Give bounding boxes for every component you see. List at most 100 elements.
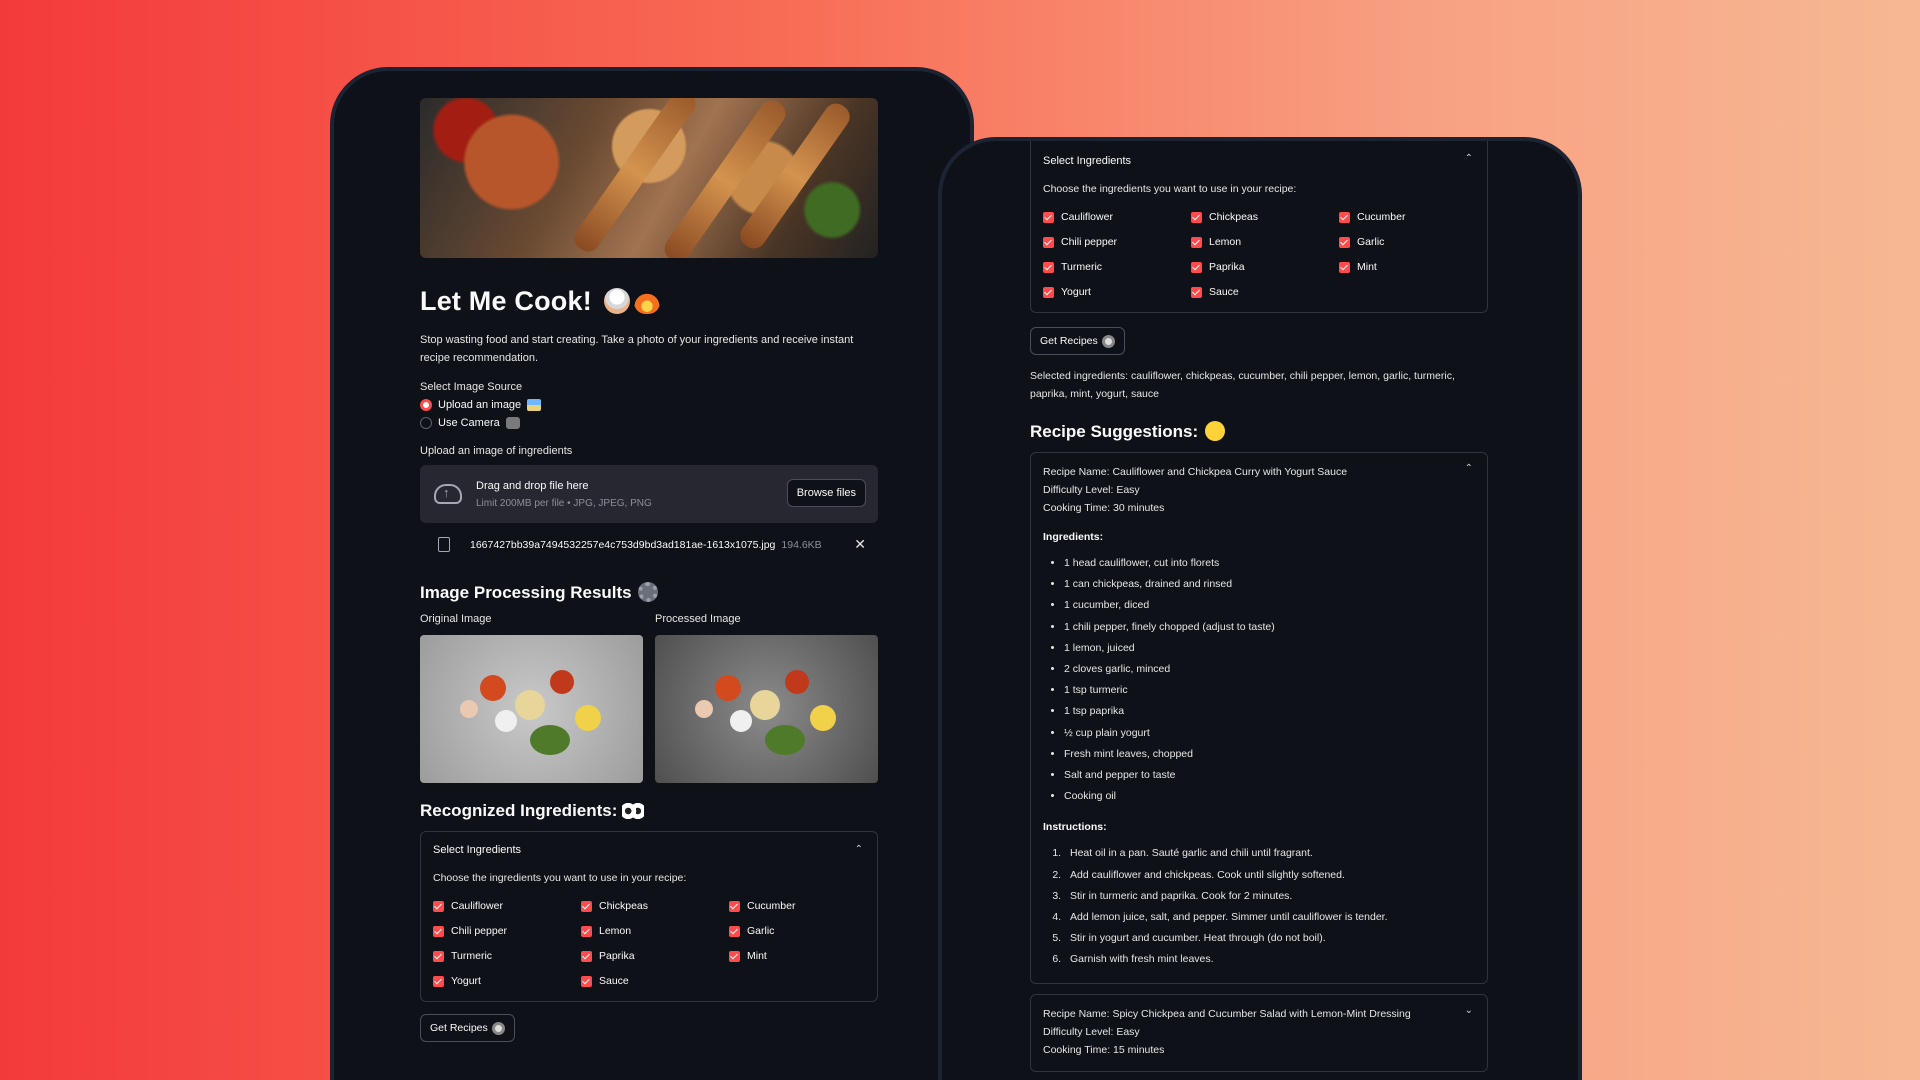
ingredient-checkbox[interactable]: Sauce [581,975,729,987]
ingredient-checkbox-grid: Cauliflower Chickpeas Cucumber Chili pep… [433,900,865,987]
page-title: Let Me Cook! [420,286,878,317]
ingredients-heading: Ingredients: [1043,531,1104,543]
checkbox-checked-icon [1339,236,1350,248]
file-icon [438,537,450,552]
list-item: Stir in yogurt and cucumber. Heat throug… [1064,928,1475,949]
radio-use-camera[interactable]: Use Camera [420,417,878,429]
ingredient-checkbox[interactable]: Chickpeas [581,900,729,912]
ingredient-checkbox[interactable]: Paprika [1191,261,1339,273]
list-item: 1 cucumber, diced [1064,595,1475,616]
recipe-name[interactable]: Recipe Name: Spicy Chickpea and Cucumber… [1043,1005,1475,1023]
chef-icon [603,288,630,314]
checkbox-checked-icon [433,925,444,937]
ingredient-checkbox[interactable]: Cucumber [729,900,877,912]
image-source-label: Select Image Source [420,381,523,393]
ingredient-checkbox[interactable]: Chili pepper [1043,236,1191,248]
browse-files-button[interactable]: Browse files [786,479,866,507]
plate-icon [1101,334,1115,348]
ingredient-checkbox[interactable]: Sauce [1191,286,1339,298]
ingredient-checkbox[interactable]: Chili pepper [433,925,581,937]
ingredient-checkbox[interactable]: Yogurt [1043,286,1191,298]
list-item: Stir in turmeric and paprika. Cook for 2… [1064,886,1475,907]
ingredient-checkbox[interactable]: Lemon [581,925,729,937]
checkbox-checked-icon [433,900,444,912]
uploaded-file-row: 1667427bb39a7494532257e4c753d9bd3ad181ae… [420,536,878,553]
ingredient-checkbox-grid: Cauliflower Chickpeas Cucumber Chili pep… [1043,211,1475,298]
ingredient-checkbox[interactable]: Turmeric [433,950,581,962]
ingredient-checkbox[interactable]: Cauliflower [1043,211,1191,223]
list-item: 1 can chickpeas, drained and rinsed [1064,574,1475,595]
file-name: 1667427bb39a7494532257e4c753d9bd3ad181ae… [470,538,776,551]
checkbox-checked-icon [1191,261,1202,273]
checkbox-checked-icon [1043,236,1054,248]
list-item: 1 tsp paprika [1064,701,1475,722]
list-item: Garnish with fresh mint leaves. [1064,949,1475,970]
ingredient-checkbox[interactable]: Garlic [1339,236,1487,248]
checkbox-checked-icon [1339,261,1350,273]
ingredient-checkbox[interactable]: Mint [729,950,877,962]
checkbox-checked-icon [581,925,592,937]
recipe-card-1: ⌃ Recipe Name: Cauliflower and Chickpea … [1030,452,1488,984]
plate-icon [491,1021,505,1035]
chevron-up-icon[interactable]: ⌃ [1465,463,1473,474]
radio-upload-image[interactable]: Upload an image [420,399,878,411]
ingredient-checkbox[interactable]: Garlic [729,925,877,937]
checkbox-checked-icon [1043,286,1054,298]
chevron-down-icon[interactable]: ⌄ [1465,1005,1473,1016]
recipe-time: Cooking Time: 30 minutes [1043,502,1165,514]
right-device-frame: Select Ingredients ⌃ Choose the ingredie… [938,137,1582,1080]
ingredient-checkbox[interactable]: Turmeric [1043,261,1191,273]
get-recipes-button[interactable]: Get Recipes [1030,327,1125,355]
recipe-instructions-list: Heat oil in a pan. Sauté garlic and chil… [1043,843,1475,970]
ingredient-checkbox[interactable]: Cauliflower [433,900,581,912]
chevron-up-icon[interactable]: ⌃ [855,844,863,855]
checkbox-checked-icon [1191,286,1202,298]
remove-file-icon[interactable]: ✕ [854,536,866,553]
ingredient-checkbox[interactable]: Cucumber [1339,211,1487,223]
list-item: Heat oil in a pan. Sauté garlic and chil… [1064,843,1475,864]
eyes-icon [622,803,645,819]
ingredient-checkbox[interactable]: Yogurt [433,975,581,987]
dropzone-title: Drag and drop file here [476,479,589,492]
expander-subtitle: Choose the ingredients you want to use i… [1043,183,1297,195]
instructions-heading: Instructions: [1043,821,1107,834]
recipe-name[interactable]: Recipe Name: Cauliflower and Chickpea Cu… [1043,463,1475,481]
select-ingredients-expander: Select Ingredients ⌃ Choose the ingredie… [420,831,878,1002]
list-item: 2 cloves garlic, minced [1064,659,1475,680]
radio-camera-label: Use Camera [438,417,500,429]
gear-icon [638,582,659,602]
expander-header[interactable]: Select Ingredients [1043,155,1475,167]
ingredient-checkbox[interactable]: Chickpeas [1191,211,1339,223]
ingredient-checkbox[interactable]: Mint [1339,261,1487,273]
list-item: Add cauliflower and chickpeas. Cook unti… [1064,865,1475,886]
list-item: Salt and pepper to taste [1064,765,1475,786]
chevron-up-icon[interactable]: ⌃ [1465,153,1473,164]
app-description: Stop wasting food and start creating. Ta… [420,334,854,364]
list-item: 1 head cauliflower, cut into florets [1064,553,1475,574]
selected-ingredients-text: Selected ingredients: cauliflower, chick… [1030,370,1455,400]
left-app-content: Let Me Cook! Stop wasting food and start… [420,98,878,1042]
left-device-frame: Let Me Cook! Stop wasting food and start… [330,67,974,1080]
checkbox-checked-icon [1043,211,1054,223]
list-item: 1 lemon, juiced [1064,638,1475,659]
ingredient-checkbox[interactable]: Paprika [581,950,729,962]
fire-icon [633,288,660,314]
original-image-caption: Original Image [420,613,492,625]
ingredient-checkbox[interactable]: Lemon [1191,236,1339,248]
checkbox-checked-icon [729,900,740,912]
checkbox-checked-icon [1191,211,1202,223]
recipe-ingredients-list: 1 head cauliflower, cut into florets 1 c… [1043,553,1475,807]
checkbox-checked-icon [433,950,444,962]
original-image [420,635,643,783]
checkbox-checked-icon [581,975,592,987]
recipe-difficulty: Difficulty Level: Easy [1043,484,1140,496]
select-ingredients-expander: Select Ingredients ⌃ Choose the ingredie… [1030,141,1488,313]
upload-label: Upload an image of ingredients [420,445,573,457]
get-recipes-button[interactable]: Get Recipes [420,1014,515,1042]
expander-header[interactable]: Select Ingredients [433,844,865,856]
file-dropzone[interactable]: Drag and drop file here Limit 200MB per … [420,465,878,523]
expander-subtitle: Choose the ingredients you want to use i… [433,872,687,884]
image-columns: Original Image Processed Image [420,613,878,783]
radio-selected-icon [420,399,432,411]
file-size: 194.6KB [781,538,822,551]
